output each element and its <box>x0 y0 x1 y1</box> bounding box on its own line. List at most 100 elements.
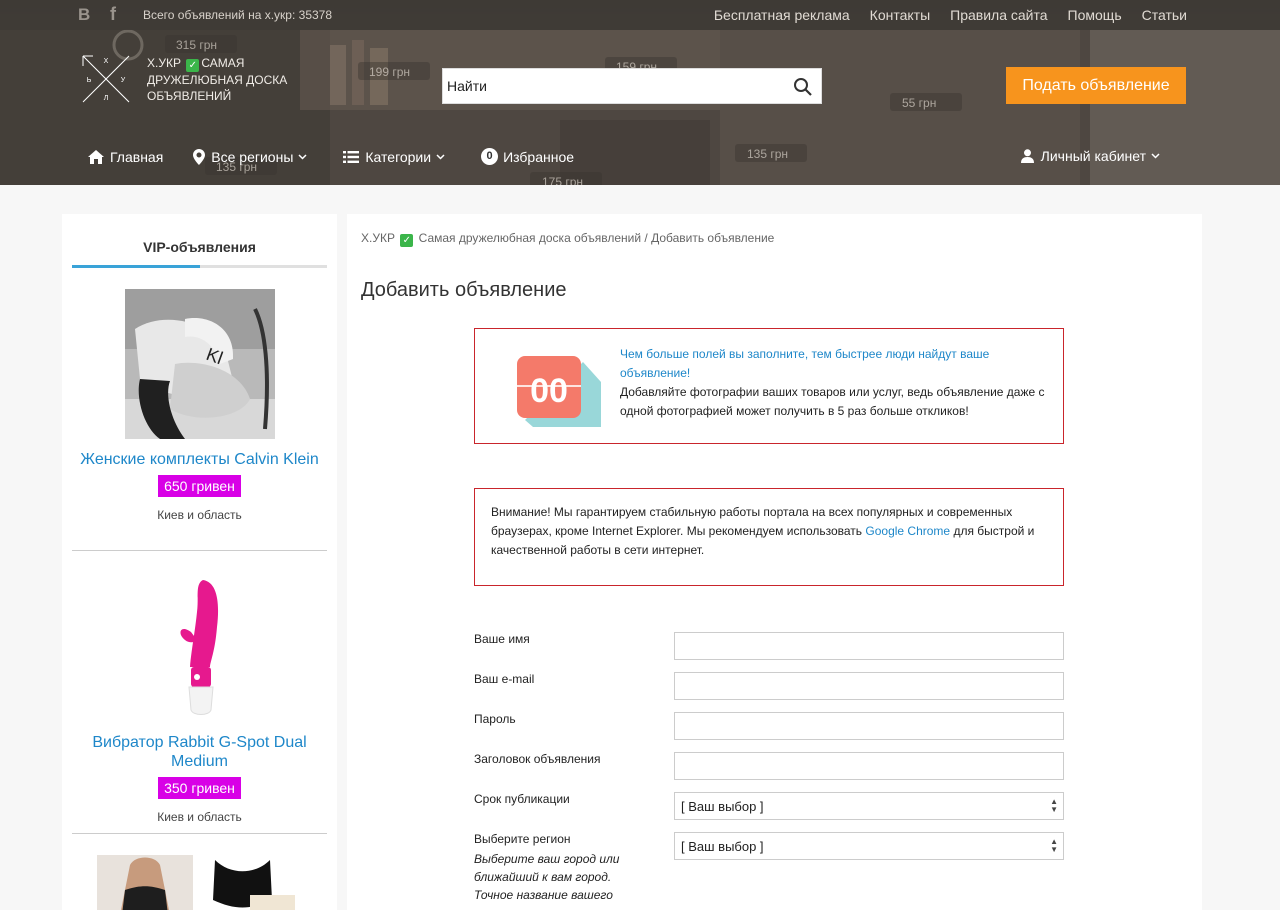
password-input[interactable] <box>674 712 1064 740</box>
link-contacts[interactable]: Контакты <box>870 7 930 23</box>
email-input[interactable] <box>674 672 1064 700</box>
nav-home[interactable]: Главная <box>88 149 163 165</box>
breadcrumb-home-slogan: Самая дружелюбная доска объявлений <box>418 231 642 245</box>
region-select[interactable]: [ Ваш выбор ] ▲ ▼ <box>674 832 1064 860</box>
nav-regions[interactable]: Все регионы <box>193 148 313 165</box>
nav-categories[interactable]: Категории <box>343 149 451 165</box>
region-hint: Выберите ваш город или ближайший к вам г… <box>474 852 620 902</box>
logo-brand: Х.УКР <box>147 56 181 70</box>
vk-icon[interactable]: B <box>78 5 90 25</box>
favorites-count-badge: 0 <box>481 148 499 165</box>
chevron-down-icon <box>436 153 445 160</box>
nav-favorites[interactable]: 0 Избранное <box>481 148 574 165</box>
vip-title: VIP-объявления <box>143 239 256 255</box>
vip-item: Вибратор Rabbit G-Spot Dual Medium 350 г… <box>72 572 327 824</box>
name-label: Ваше имя <box>474 632 530 646</box>
name-input[interactable] <box>674 632 1064 660</box>
vip-item-price: 650 гривен <box>158 475 241 497</box>
vip-tab-indicator <box>72 265 327 268</box>
logo-letter: У <box>121 77 126 84</box>
vip-item-image[interactable]: Kl <box>124 289 275 439</box>
top-links: Бесплатная реклама Контакты Правила сайт… <box>714 7 1187 23</box>
term-label: Срок публикации <box>474 792 570 806</box>
list-icon <box>343 150 360 163</box>
post-ad-button[interactable]: Подать объявление <box>1006 67 1186 104</box>
breadcrumb-current: Добавить объявление <box>651 231 775 245</box>
vip-item-title[interactable]: Женские комплекты Calvin Klein <box>72 450 327 469</box>
check-icon: ✓ <box>400 234 414 247</box>
top-bar: B f Всего объявлений на х.укр: 35378 Бес… <box>0 0 1280 30</box>
link-rules[interactable]: Правила сайта <box>950 7 1047 23</box>
breadcrumb-home-brand: Х.УКР <box>361 231 395 245</box>
bg-price-tag: 135 грн <box>747 147 788 161</box>
vip-sidebar: VIP-объявления Kl Женские комплекты Calv… <box>62 214 337 910</box>
photo-tip-notice: 00 Чем больше полей вы заполните, тем бы… <box>474 328 1064 444</box>
user-icon <box>1020 149 1034 163</box>
link-free-ads[interactable]: Бесплатная реклама <box>714 7 850 23</box>
vip-item-region: Киев и область <box>157 508 242 522</box>
ad-title-label: Заголовок объявления <box>474 752 601 766</box>
vip-item-image[interactable] <box>124 572 275 722</box>
vip-tab-active <box>72 265 200 268</box>
password-label: Пароль <box>474 712 516 726</box>
vip-item: Kl Женские комплекты Calvin Klein 650 гр… <box>72 289 327 522</box>
vip-item-image[interactable] <box>89 855 310 910</box>
bg-price-tag: 315 грн <box>176 38 217 52</box>
bg-price-tag: 55 грн <box>902 96 936 110</box>
nav-cabinet[interactable]: Личный кабинет <box>1020 148 1167 164</box>
logo-text[interactable]: Х.УКР ✓ САМАЯ ДРУЖЕЛЮБНАЯ ДОСКА ОБЪЯВЛЕНИ… <box>147 55 307 104</box>
vip-item-title[interactable]: Вибратор Rabbit G-Spot Dual Medium <box>72 733 327 771</box>
term-select-value: [ Ваш выбор ] <box>681 799 764 814</box>
logo-letter: Л <box>104 95 109 102</box>
chevron-down-icon <box>298 153 307 160</box>
select-arrows-icon: ▲ ▼ <box>1050 797 1058 814</box>
browser-warning-text: Внимание! Мы гарантируем стабильную рабо… <box>491 503 1056 560</box>
logo-letter: Х <box>104 58 109 65</box>
breadcrumb-home[interactable]: Х.УКР ✓ Самая дружелюбная доска объявлен… <box>361 231 642 247</box>
nav-regions-label: Все регионы <box>211 148 294 165</box>
link-articles[interactable]: Статьи <box>1142 7 1187 23</box>
link-help[interactable]: Помощь <box>1068 7 1122 23</box>
counter-icon: 00 <box>517 356 601 427</box>
photo-tip-highlight: Чем больше полей вы заполните, тем быстр… <box>620 347 990 380</box>
page-title: Добавить объявление <box>361 279 567 301</box>
divider <box>72 550 327 551</box>
email-label: Ваш e-mail <box>474 672 535 686</box>
browser-warning-notice: Внимание! Мы гарантируем стабильную рабо… <box>474 488 1064 586</box>
site-header: 315 грн 199 грн 159 грн 55 грн 135 грн 1… <box>0 0 1280 185</box>
home-icon <box>88 149 104 164</box>
ad-title-input[interactable] <box>674 752 1064 780</box>
facebook-icon[interactable]: f <box>110 4 116 25</box>
counter-icon-text: 00 <box>530 372 568 410</box>
vip-item-region: Киев и область <box>157 810 242 824</box>
select-arrows-icon: ▲ ▼ <box>1050 837 1058 854</box>
region-label: Выберите регион <box>474 832 571 846</box>
region-select-value: [ Ваш выбор ] <box>681 839 764 854</box>
divider <box>72 833 327 834</box>
nav-categories-label: Категории <box>365 148 432 165</box>
bg-price-tag: 175 грн <box>542 175 583 185</box>
breadcrumb-separator: / <box>644 231 648 245</box>
photo-tip-body: Добавляйте фотографии ваших товаров или … <box>620 385 1045 418</box>
search-input[interactable] <box>443 69 773 103</box>
bg-price-tag: 199 грн <box>369 65 410 79</box>
chevron-down-icon <box>1151 153 1160 159</box>
term-select[interactable]: [ Ваш выбор ] ▲ ▼ <box>674 792 1064 820</box>
main-content: Х.УКР ✓ Самая дружелюбная доска объявлен… <box>347 214 1202 910</box>
main-nav: Главная Все регионы Категории 0 Избранно… <box>88 148 604 165</box>
nav-home-label: Главная <box>110 148 164 165</box>
vip-item-price: 350 гривен <box>158 777 241 799</box>
check-icon: ✓ <box>186 59 200 72</box>
photo-tip-text: Чем больше полей вы заполните, тем быстр… <box>620 345 1050 421</box>
nav-cabinet-label: Личный кабинет <box>1040 148 1146 164</box>
breadcrumb: Х.УКР ✓ Самая дружелюбная доска объявлен… <box>361 231 774 247</box>
logo-letter: Ь <box>87 77 92 84</box>
vip-item <box>72 855 327 910</box>
search-box <box>442 68 822 104</box>
search-icon[interactable] <box>793 77 813 97</box>
logo-icon[interactable]: Х Ь У Л <box>81 54 131 104</box>
nav-favorites-label: Избранное <box>503 148 575 165</box>
location-pin-icon <box>193 148 206 165</box>
google-chrome-link[interactable]: Google Chrome <box>865 524 950 538</box>
ads-count: Всего объявлений на х.укр: 35378 <box>143 8 333 22</box>
